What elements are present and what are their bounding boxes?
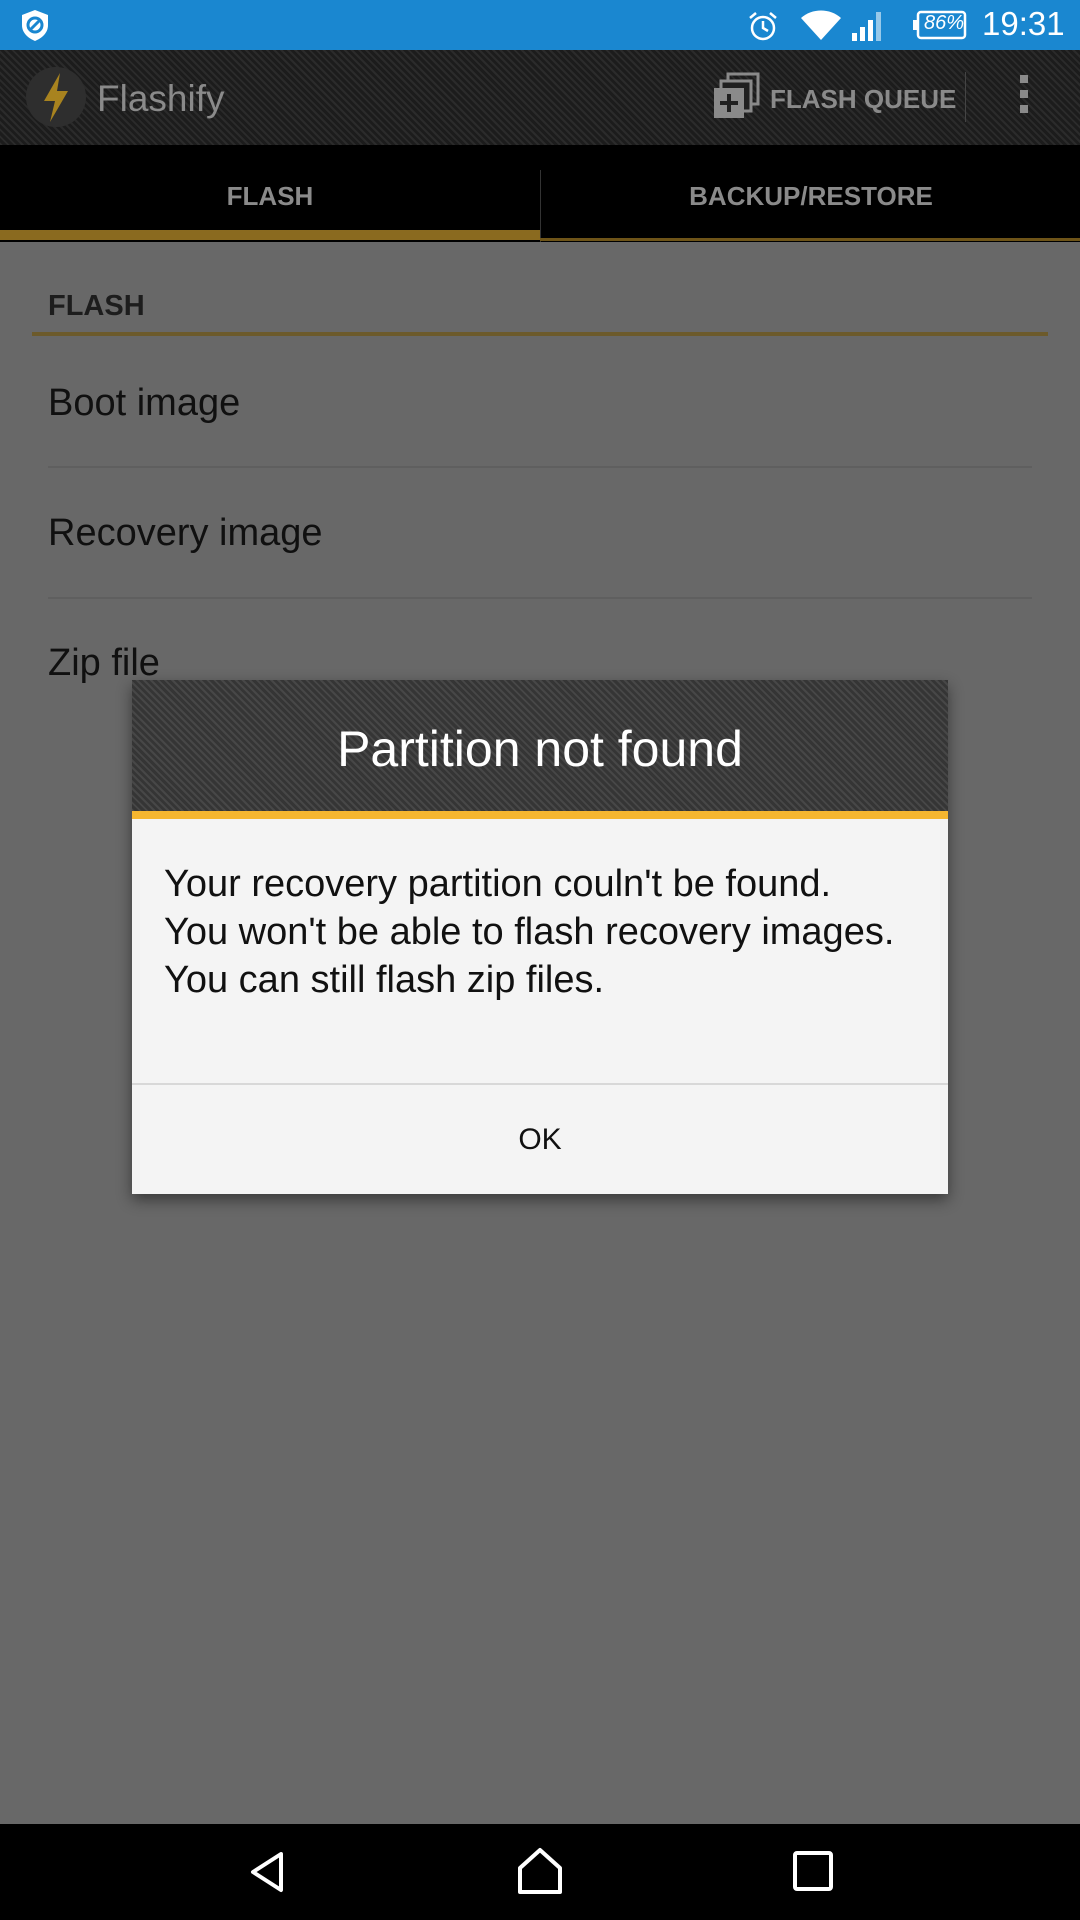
shield-icon — [22, 10, 48, 41]
signal-icon — [852, 12, 881, 41]
section-header-flash: FLASH — [48, 290, 145, 322]
action-bar: Flashify FLASH QUEUE — [0, 50, 1080, 145]
dialog-message: Your recovery partition couln't be found… — [164, 860, 924, 1004]
list-divider — [48, 466, 1032, 468]
ok-button-label: OK — [518, 1123, 562, 1156]
list-divider — [48, 597, 1032, 599]
alarm-icon — [749, 12, 777, 41]
app-title: Flashify — [97, 78, 225, 119]
recents-icon[interactable] — [790, 1848, 836, 1894]
dialog-message-line: You can still flash zip files. — [164, 959, 605, 1001]
list-item-boot-image[interactable]: Boot image — [48, 382, 1032, 425]
dialog-body: Your recovery partition couln't be found… — [132, 819, 948, 1194]
partition-not-found-dialog: Partition not found Your recovery partit… — [132, 680, 948, 1194]
flash-queue-icon — [714, 72, 760, 118]
tab-flash-label: FLASH — [226, 181, 314, 211]
action-bar-divider — [965, 72, 966, 122]
navigation-bar — [0, 1824, 1080, 1920]
tab-backup-restore-label: BACKUP/RESTORE — [689, 181, 933, 211]
ok-button[interactable]: OK — [132, 1085, 948, 1194]
tab-backup-restore[interactable]: BACKUP/RESTORE — [541, 145, 1080, 242]
battery-percent: 86% — [924, 12, 965, 34]
dialog-message-line: Your recovery partition couln't be found… — [164, 863, 832, 905]
tab-flash[interactable]: FLASH — [0, 145, 540, 242]
dialog-message-line: You won't be able to flash recovery imag… — [164, 911, 895, 953]
clock: 19:31 — [982, 5, 1065, 42]
dialog-header: Partition not found — [132, 680, 948, 811]
back-icon[interactable] — [245, 1848, 293, 1896]
dialog-accent-bar — [132, 811, 948, 819]
flash-queue-button[interactable]: FLASH QUEUE — [712, 68, 962, 128]
overflow-menu-icon[interactable] — [1010, 75, 1038, 125]
status-bar: 86% 19:31 — [0, 0, 1080, 50]
section-header-underline — [32, 332, 1048, 336]
list-item-zip-file[interactable]: Zip file — [48, 642, 1032, 685]
flash-queue-label: FLASH QUEUE — [770, 84, 957, 114]
tab-bottom-line — [540, 238, 1080, 241]
list-item-recovery-image[interactable]: Recovery image — [48, 512, 1032, 555]
dialog-title: Partition not found — [337, 721, 743, 777]
tab-selected-indicator — [0, 230, 540, 240]
home-icon[interactable] — [514, 1844, 566, 1896]
flashify-logo-icon[interactable] — [26, 67, 86, 127]
wifi-icon — [801, 10, 841, 40]
tab-bar: FLASH BACKUP/RESTORE — [0, 145, 1080, 242]
